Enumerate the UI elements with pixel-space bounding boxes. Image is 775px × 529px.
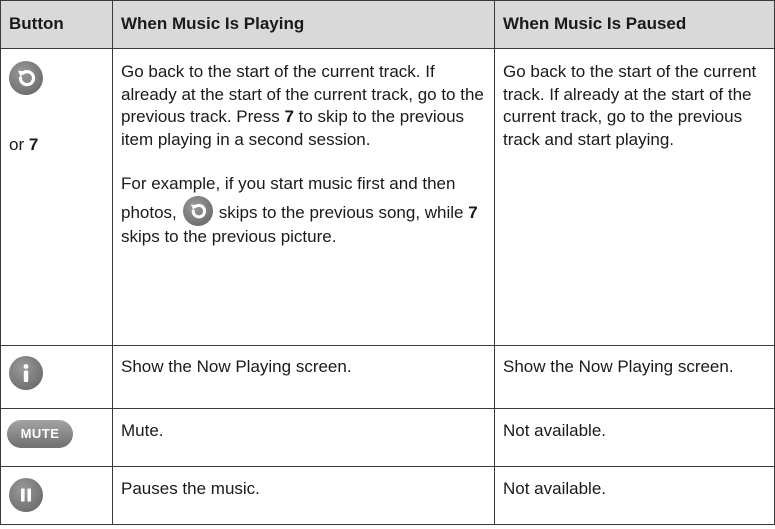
button-cell bbox=[0, 345, 113, 409]
playing-cell: Pauses the music. bbox=[112, 466, 495, 525]
playing-cell: Go back to the start of the current trac… bbox=[112, 48, 495, 346]
paused-cell: Go back to the start of the current trac… bbox=[494, 48, 775, 346]
playing-cell: Mute. bbox=[112, 408, 495, 467]
paused-cell: Not available. bbox=[494, 466, 775, 525]
playing-cell: Show the Now Playing screen. bbox=[112, 345, 495, 409]
header-paused: When Music Is Paused bbox=[494, 0, 775, 49]
info-icon bbox=[9, 356, 43, 390]
paused-cell: Show the Now Playing screen. bbox=[494, 345, 775, 409]
alt-key-label: or 7 bbox=[9, 135, 39, 154]
pause-icon bbox=[9, 478, 43, 512]
header-row: Button When Music Is Playing When Music … bbox=[0, 0, 775, 49]
header-playing: When Music Is Playing bbox=[112, 0, 495, 49]
table-row-info: Show the Now Playing screen. Show the No… bbox=[0, 345, 775, 409]
paused-cell: Not available. bbox=[494, 408, 775, 467]
button-cell: MUTE bbox=[0, 408, 113, 467]
table-row-mute: MUTE Mute. Not available. bbox=[0, 408, 775, 467]
playing-paragraph-1: Go back to the start of the current trac… bbox=[121, 62, 484, 149]
button-cell: or 7 bbox=[0, 48, 113, 346]
table-row-replay: or 7 Go back to the start of the current… bbox=[0, 48, 775, 346]
header-button: Button bbox=[0, 0, 113, 49]
remote-buttons-table: Button When Music Is Playing When Music … bbox=[0, 0, 775, 525]
playing-paragraph-2: For example, if you start music first an… bbox=[121, 174, 478, 246]
replay-icon bbox=[9, 61, 43, 95]
table-row-pause: Pauses the music. Not available. bbox=[0, 466, 775, 525]
mute-icon: MUTE bbox=[7, 420, 73, 448]
button-cell bbox=[0, 466, 113, 525]
replay-icon bbox=[182, 195, 213, 226]
